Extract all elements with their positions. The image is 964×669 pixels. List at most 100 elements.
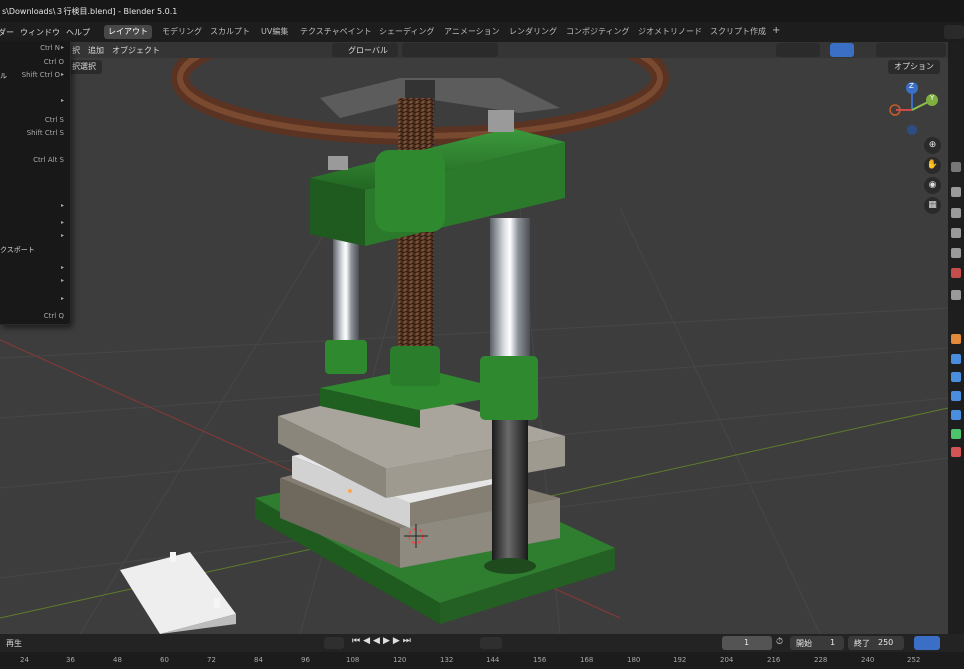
submenu-arrow-icon: ▸ (60, 219, 64, 226)
properties-tab-column (948, 42, 964, 634)
proportional-edit[interactable] (462, 43, 498, 57)
viewport-scene (0, 58, 948, 634)
export-label: クスポート (0, 246, 35, 254)
modifier-tab-icon[interactable] (951, 354, 961, 364)
scene-tab-icon[interactable] (951, 248, 961, 258)
end-value: 250 (878, 638, 894, 647)
scene-selector[interactable] (944, 25, 964, 39)
ruler-tick: 204 (720, 656, 734, 664)
pan-hand-icon[interactable]: ✋ (924, 157, 941, 174)
ruler-tick: 180 (627, 656, 641, 664)
menu-select[interactable]: 択 (72, 45, 80, 56)
menu-window[interactable]: ウィンドウ (20, 27, 60, 38)
tool-tab-icon[interactable] (951, 162, 961, 172)
ruler-tick: 60 (160, 656, 169, 664)
tab-texture-paint[interactable]: テクスチャペイント (296, 25, 376, 39)
tab-uv-editing[interactable]: UV編集 (257, 25, 292, 39)
ruler-tick: 120 (393, 656, 407, 664)
tab-rendering[interactable]: レンダリング (505, 25, 561, 39)
shortcut-quit: Ctrl Q (43, 312, 64, 320)
ruler-tick: 156 (533, 656, 547, 664)
zoom-icon[interactable]: ⊕ (924, 137, 941, 154)
shortcut-open: Ctrl O (43, 58, 64, 66)
white-part (120, 552, 236, 634)
camera-icon[interactable]: ◉ (924, 177, 941, 194)
current-frame-field[interactable]: 1 (722, 636, 772, 650)
tab-sculpt[interactable]: スカルプト (206, 25, 254, 39)
shortcut-save-copy: Ctrl Alt S (33, 156, 64, 164)
output-tab-icon[interactable] (951, 208, 961, 218)
menu-object[interactable]: オブジェクト (112, 45, 160, 56)
open-recent-label: ル (0, 72, 7, 80)
object-tab-icon[interactable] (951, 334, 961, 344)
physics-tab-icon[interactable] (951, 391, 961, 401)
start-frame-field[interactable]: 開始 1 (790, 636, 844, 650)
tab-compositing[interactable]: コンポジティング (562, 25, 634, 39)
menu-file[interactable]: ダー (0, 27, 14, 38)
tab-geometry-nodes[interactable]: ジオメトリノード (634, 25, 706, 39)
submenu-arrow-icon: ▸ (60, 97, 64, 104)
menu-add[interactable]: 追加 (88, 45, 104, 56)
overlay-toggle[interactable] (830, 43, 854, 57)
end-label: 終了 (854, 639, 870, 648)
shortcut-new: Ctrl N (40, 44, 60, 52)
gizmo-z-label: Z (909, 82, 914, 90)
menu-help[interactable]: ヘルプ (66, 27, 90, 38)
tab-layout[interactable]: レイアウト (104, 25, 152, 39)
clock-icon: ⏱ (776, 637, 784, 647)
ruler-tick: 84 (254, 656, 263, 664)
transform-orientation-label: グローバル (348, 46, 388, 55)
window-title: s\Downloads\３行検目.blend] - Blender 5.0.1 (2, 7, 178, 16)
frame-ruler[interactable]: 24 36 48 60 72 84 96 108 120 132 144 156… (0, 652, 964, 669)
collection-tab-icon[interactable] (951, 290, 961, 300)
ruler-tick: 36 (66, 656, 75, 664)
grid-ortho-icon[interactable]: ▦ (924, 197, 941, 214)
keying-icon[interactable] (324, 637, 344, 649)
submenu-arrow-icon: ▸ (60, 295, 64, 302)
shortcut-open-recent: Shift Ctrl O (21, 71, 60, 79)
select-mode-dropdown[interactable]: 択選択 (66, 60, 102, 74)
gizmo-y-label: Y (930, 94, 935, 102)
playback-controls-icon[interactable]: ⏮◀◀▶▶⏭ (352, 636, 414, 646)
material-tab-icon[interactable] (951, 447, 961, 457)
options-dropdown[interactable]: オプション (888, 60, 940, 74)
tab-modeling[interactable]: モデリング (158, 25, 206, 39)
particles-tab-icon[interactable] (951, 372, 961, 382)
tab-scripting[interactable]: スクリプト作成 (706, 25, 770, 39)
playback-dropdown[interactable]: 再生 (6, 638, 22, 649)
submenu-arrow-icon: ▸ (60, 202, 64, 209)
data-tab-icon[interactable] (951, 429, 961, 439)
left-column (333, 234, 359, 344)
timeline-view-icon[interactable] (914, 636, 940, 650)
start-value: 1 (830, 638, 836, 647)
add-workspace-button[interactable]: + (768, 24, 784, 38)
ruler-tick: 108 (346, 656, 360, 664)
viewport-header: 択 追加 オブジェクト グローバル (0, 42, 948, 58)
ruler-tick: 168 (580, 656, 594, 664)
ruler-tick: 240 (861, 656, 875, 664)
ruler-tick: 228 (814, 656, 828, 664)
start-label: 開始 (796, 639, 812, 648)
tab-animation[interactable]: アニメーション (440, 25, 504, 39)
navigation-gizmo[interactable]: Z Y (882, 80, 942, 140)
auto-key-icon[interactable] (480, 637, 502, 649)
3d-viewport[interactable] (0, 58, 948, 634)
shading-mode-buttons[interactable] (876, 43, 946, 57)
ruler-tick: 48 (113, 656, 122, 664)
transform-orientation-dropdown[interactable]: グローバル (332, 43, 398, 57)
render-tab-icon[interactable] (951, 187, 961, 197)
visibility-toggles[interactable] (776, 43, 820, 57)
current-frame-value: 1 (744, 638, 750, 647)
ruler-tick: 216 (767, 656, 781, 664)
tab-shading[interactable]: シェーディング (375, 25, 438, 39)
constraints-tab-icon[interactable] (951, 410, 961, 420)
end-frame-field[interactable]: 終了 250 (848, 636, 904, 650)
ruler-tick: 132 (440, 656, 454, 664)
view-layer-tab-icon[interactable] (951, 228, 961, 238)
left-collar (325, 340, 367, 374)
world-tab-icon[interactable] (951, 268, 961, 278)
timeline-header: 再生 ⏮◀◀▶▶⏭ 1 ⏱ 開始 1 終了 250 (0, 634, 964, 652)
ruler-tick: 72 (207, 656, 216, 664)
submenu-arrow-icon: ▸ (60, 277, 64, 284)
right-collar (480, 356, 538, 420)
